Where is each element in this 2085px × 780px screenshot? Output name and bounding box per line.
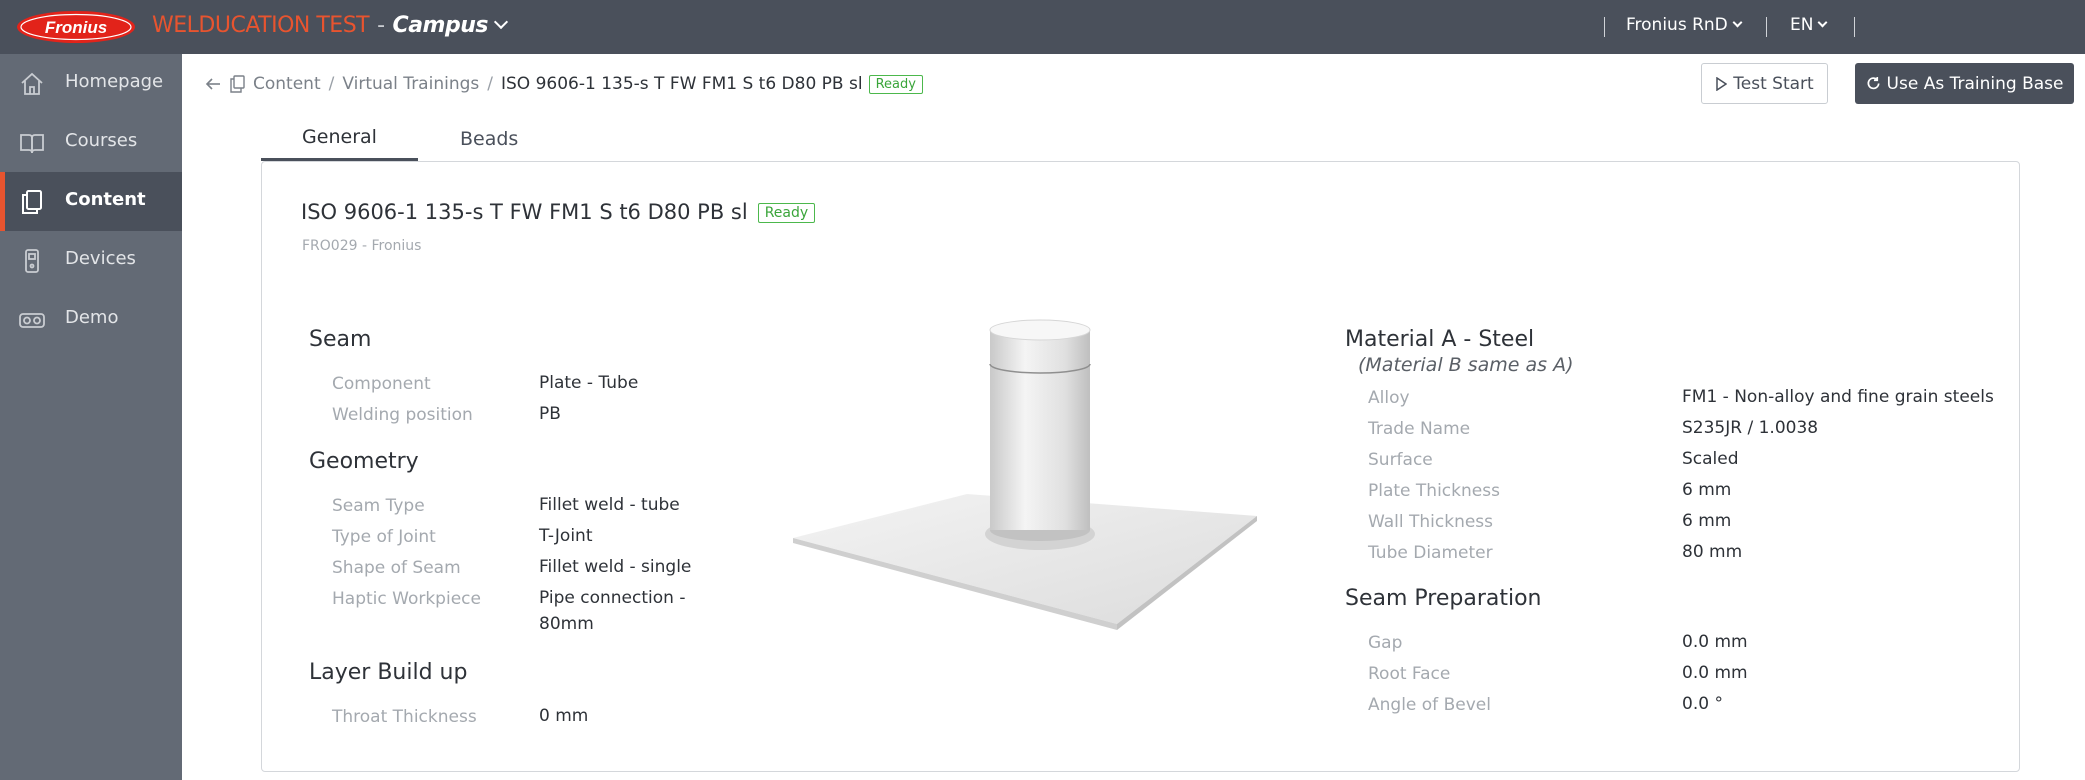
prop-label: Alloy [1368,388,1410,408]
breadcrumb-separator: / [487,74,493,94]
sidebar-item-label: Content [65,189,146,210]
detail-subtitle: FRO029 - Fronius [302,238,422,254]
sidebar-item-courses[interactable]: Courses [0,113,182,172]
prop-value: Plate - Tube [539,373,639,393]
brand-separator: - [377,13,385,38]
prop-value: FM1 - Non-alloy and fine grain steels [1682,387,1994,407]
status-badge: Ready [868,74,923,94]
prop-label: Plate Thickness [1368,481,1500,501]
topbar-divider [1766,17,1767,37]
arrow-left-icon[interactable] [205,77,221,91]
org-selector[interactable]: Fronius RnD [1626,15,1743,35]
sidebar-item-demo[interactable]: Demo [0,290,182,349]
app-brand[interactable]: WELDUCATION TEST - Campus [152,13,509,38]
prop-label: Shape of Seam [332,558,461,578]
workpiece-3d-preview[interactable] [787,312,1257,632]
prop-value: 0.0 ° [1682,694,1723,714]
prop-label: Gap [1368,633,1403,653]
prop-value: 6 mm [1682,511,1732,531]
prop-label: Component [332,374,431,394]
prop-value: 0.0 mm [1682,663,1748,683]
prop-label: Angle of Bevel [1368,695,1491,715]
breadcrumb: Content / Virtual Trainings / ISO 9606-1… [205,74,923,94]
prop-label: Type of Joint [332,527,436,547]
test-start-button[interactable]: Test Start [1701,63,1828,104]
prop-value: 80 mm [1682,542,1743,562]
layer-build-up-heading: Layer Build up [309,660,468,685]
sidebar-item-devices[interactable]: Devices [0,231,182,290]
breadcrumb-separator: / [328,74,335,94]
prop-value: Scaled [1682,449,1739,469]
sidebar-item-homepage[interactable]: Homepage [0,54,182,113]
breadcrumb-virtual-trainings-link[interactable]: Virtual Trainings [342,74,479,94]
sidebar-item-label: Courses [65,130,138,151]
material-note: (Material B same as A) [1358,354,1574,376]
status-badge: Ready [757,203,816,223]
refresh-icon [1867,76,1880,90]
prop-value: 6 mm [1682,480,1732,500]
sidebar-item-label: Demo [65,307,119,328]
detail-title: ISO 9606-1 135-s T FW FM1 S t6 D80 PB sl [301,200,748,224]
prop-value: Fillet weld - single [539,557,692,577]
prop-label: Surface [1368,450,1433,470]
topbar-divider [1604,17,1605,37]
prop-value: 0.0 mm [1682,632,1748,652]
detail-title-row: ISO 9606-1 135-s T FW FM1 S t6 D80 PB sl… [301,200,816,225]
prop-value: 0 mm [539,706,589,726]
seam-preparation-heading: Seam Preparation [1345,586,1542,611]
app-name: WELDUCATION TEST [152,13,370,38]
breadcrumb-current: ISO 9606-1 135-s T FW FM1 S t6 D80 PB sl [500,74,863,94]
prop-label: Haptic Workpiece [332,589,481,609]
language-label: EN [1790,15,1814,35]
prop-label: Welding position [332,405,473,425]
prop-label: Root Face [1368,664,1451,684]
prop-value: S235JR / 1.0038 [1682,418,1819,438]
prop-value: T-Joint [539,526,593,546]
content-icon [230,75,245,93]
book-icon [20,134,44,154]
prop-label: Wall Thickness [1368,512,1494,532]
sidebar-item-label: Homepage [65,71,164,92]
sidebar: Homepage Courses Content Devices Demo [0,54,182,780]
fronius-logo[interactable]: Fronius [16,10,136,44]
prop-value: Pipe connection - 80mm [539,588,686,634]
tab-general[interactable]: General [261,116,418,161]
top-bar: Fronius WELDUCATION TEST - Campus Fronius … [0,0,2085,54]
home-icon [21,72,43,95]
use-as-training-base-label: Use As Training Base [1886,73,2064,94]
tab-beads[interactable]: Beads [418,116,560,161]
tab-bar: General Beads [261,116,560,161]
vr-glasses-icon [19,313,45,328]
chevron-down-icon [1818,17,1828,28]
prop-value: PB [539,404,561,424]
material-heading: Material A - Steel [1345,327,1535,352]
prop-label: Throat Thickness [332,707,477,727]
language-selector[interactable]: EN [1790,15,1828,35]
prop-label: Tube Diameter [1368,543,1493,563]
detail-card: ISO 9606-1 135-s T FW FM1 S t6 D80 PB sl… [261,161,2020,772]
sidebar-item-content[interactable]: Content [0,172,182,231]
chevron-down-icon[interactable] [493,14,509,30]
use-as-training-base-button[interactable]: Use As Training Base [1855,63,2074,104]
test-start-label: Test Start [1733,73,1814,94]
content-icon [22,190,42,214]
prop-value: Fillet weld - tube [539,495,680,515]
prop-label: Seam Type [332,496,425,516]
org-label: Fronius RnD [1626,15,1728,35]
device-icon [25,249,39,273]
topbar-divider [1854,17,1855,37]
breadcrumb-content-link[interactable]: Content [253,74,321,94]
play-icon [1716,76,1728,91]
geometry-heading: Geometry [309,449,419,474]
sidebar-item-label: Devices [65,248,136,269]
prop-label: Trade Name [1368,419,1471,439]
seam-heading: Seam [309,327,372,352]
chevron-down-icon [1732,17,1743,28]
campus-selector[interactable]: Campus [393,13,489,38]
logo-text: Fronius [45,18,107,37]
